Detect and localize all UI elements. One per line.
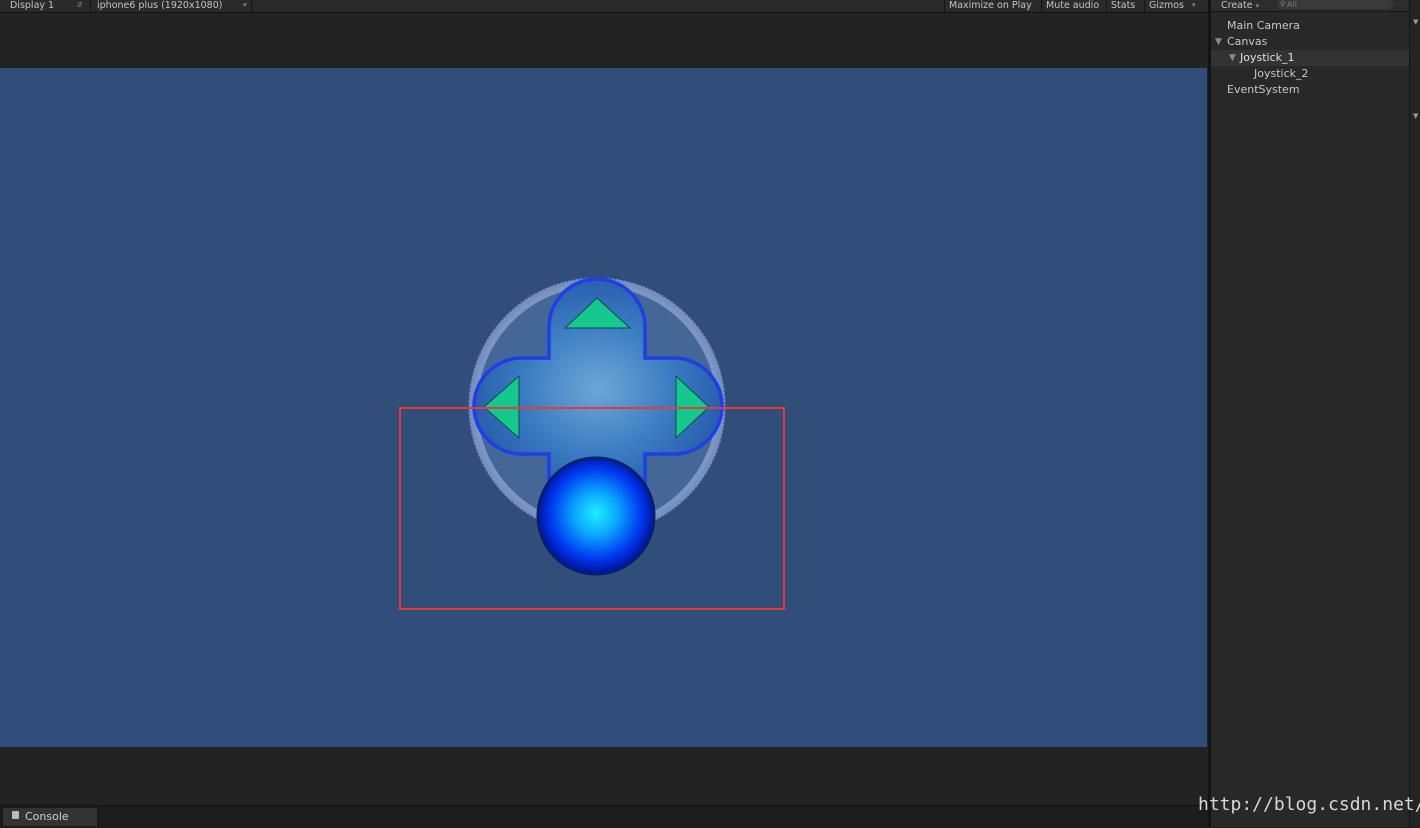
hierarchy-item-label: Joystick_1: [1240, 51, 1295, 64]
console-icon: [12, 811, 19, 819]
hierarchy-item-main-camera[interactable]: Main Camera: [1211, 18, 1409, 34]
game-viewport[interactable]: [0, 68, 1207, 747]
hierarchy-item-eventsystem[interactable]: EventSystem: [1211, 82, 1409, 98]
resolution-label: iphone6 plus (1920x1080): [97, 0, 223, 11]
hierarchy-item-label: EventSystem: [1227, 83, 1300, 96]
hierarchy-item-joystick-2[interactable]: Joystick_2: [1211, 66, 1409, 82]
hierarchy-search-input[interactable]: ⚲ All: [1277, 0, 1393, 9]
mute-audio-toggle[interactable]: Mute audio: [1041, 0, 1099, 12]
letterbox-top: [0, 13, 1208, 68]
maximize-on-play-toggle[interactable]: Maximize on Play: [944, 0, 1032, 12]
console-tab-bar: Console: [0, 805, 1208, 828]
display-label: Display 1: [10, 0, 55, 11]
resolution-dropdown-icon[interactable]: ▾: [243, 0, 247, 12]
selection-rectangle: [399, 407, 785, 610]
display-dropdown[interactable]: Display 1: [10, 0, 54, 12]
gizmos-toggle[interactable]: Gizmos: [1144, 0, 1184, 12]
hierarchy-item-label: Joystick_2: [1254, 67, 1309, 80]
console-tab-label: Console: [25, 810, 69, 823]
game-toolbar: Display 1 ⇵ iphone6 plus (1920x1080) ▾ M…: [0, 0, 1208, 13]
fold-open-icon[interactable]: ▼: [1229, 50, 1236, 66]
hierarchy-item-canvas[interactable]: ▼ Canvas: [1211, 34, 1409, 50]
hierarchy-item-label: Canvas: [1227, 35, 1268, 48]
inspector-edge-strip: ▼ ▼: [1409, 0, 1420, 827]
maximize-on-play-label: Maximize on Play: [949, 0, 1032, 11]
display-dropdown-icon[interactable]: ⇵: [77, 0, 83, 12]
gizmos-dropdown-icon[interactable]: ▾: [1192, 0, 1196, 12]
console-tab[interactable]: Console: [2, 807, 98, 826]
collapse-arrow-icon[interactable]: ▼: [1413, 18, 1418, 26]
search-icon: ⚲: [1280, 0, 1286, 8]
mute-audio-label: Mute audio: [1046, 0, 1100, 11]
gizmos-label: Gizmos: [1149, 0, 1185, 11]
fold-open-icon[interactable]: ▼: [1215, 34, 1222, 50]
stats-toggle[interactable]: Stats: [1106, 0, 1135, 12]
hierarchy-item-joystick-1[interactable]: ▼ Joystick_1: [1211, 50, 1409, 66]
hierarchy-toolbar: Create ▾ ⚲ All: [1211, 0, 1409, 12]
letterbox-bottom: [0, 747, 1208, 805]
toolbar-divider: [251, 0, 252, 12]
create-dropdown[interactable]: Create ▾: [1221, 0, 1259, 12]
collapse-arrow-icon[interactable]: ▼: [1413, 112, 1418, 120]
game-view-panel: Display 1 ⇵ iphone6 plus (1920x1080) ▾ M…: [0, 0, 1208, 828]
resolution-dropdown[interactable]: iphone6 plus (1920x1080): [90, 0, 222, 12]
watermark-text: http://blog.csdn.net/: [1198, 794, 1420, 815]
hierarchy-panel: Create ▾ ⚲ All Main Camera ▼ Canvas ▼ Jo…: [1211, 0, 1409, 827]
create-label: Create: [1221, 0, 1253, 11]
hierarchy-item-label: Main Camera: [1227, 19, 1300, 32]
search-placeholder: All: [1287, 0, 1297, 9]
create-dropdown-icon: ▾: [1255, 2, 1260, 10]
stats-label: Stats: [1111, 0, 1136, 11]
